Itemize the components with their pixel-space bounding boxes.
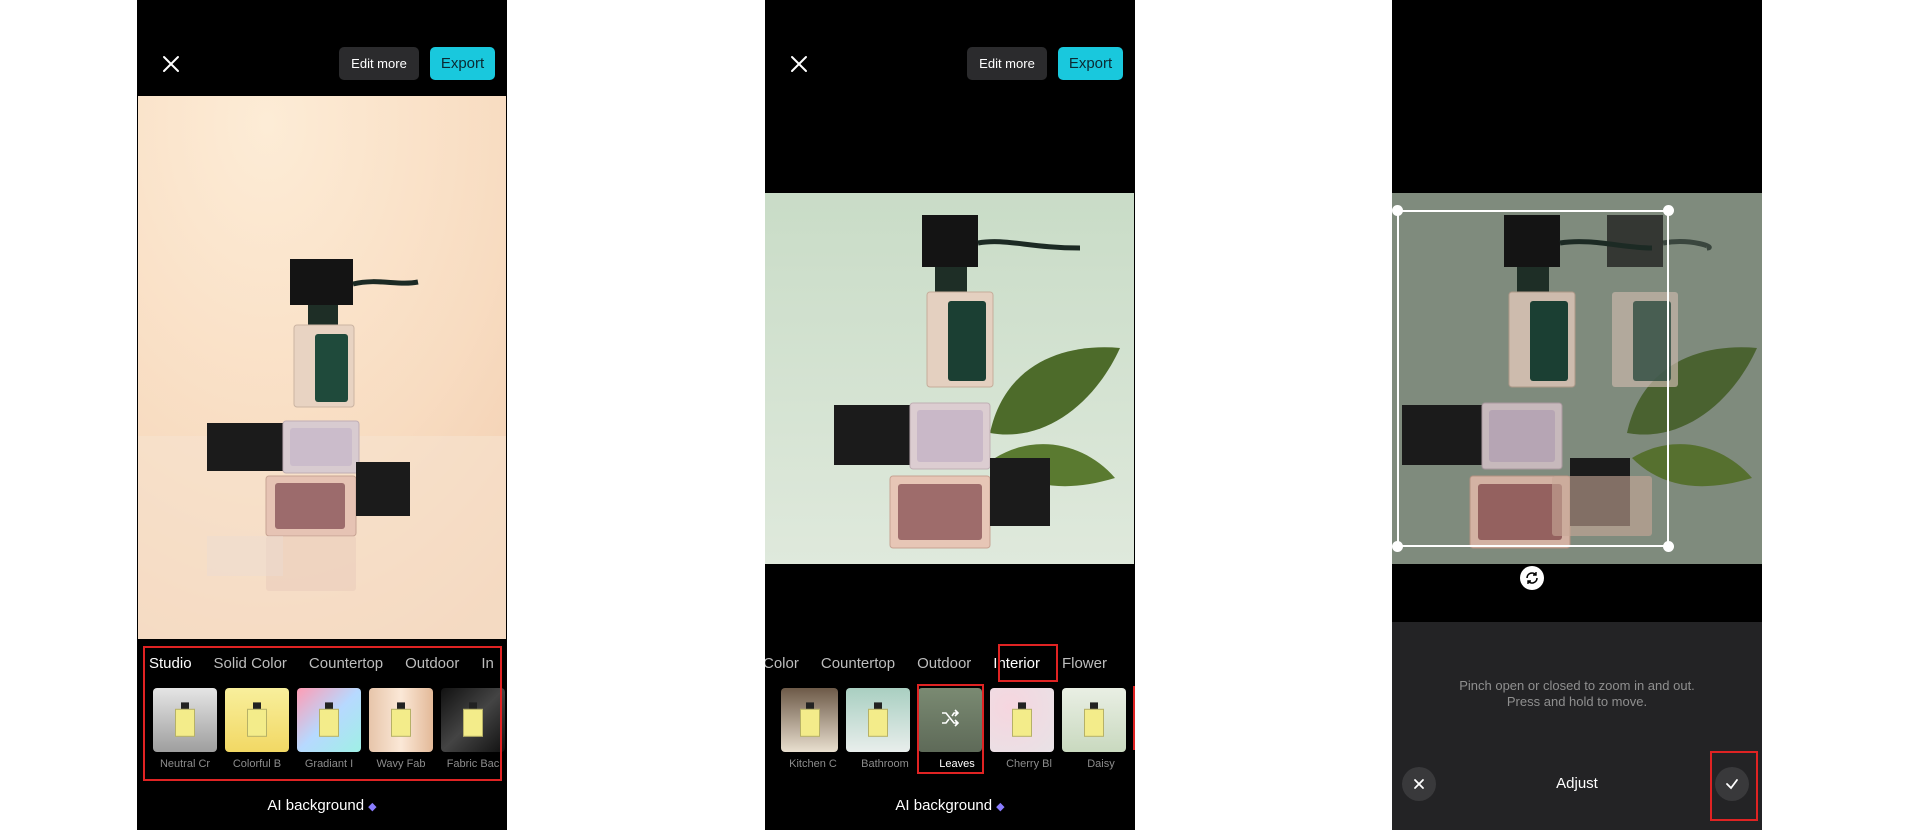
edit-more-button[interactable]: Edit more [339, 47, 419, 80]
highlight-box [998, 644, 1058, 682]
highlight-box [1710, 751, 1758, 821]
thumbnail-bathroom[interactable] [846, 688, 910, 752]
resize-handle-top-right[interactable] [1663, 205, 1674, 216]
resize-handle-bottom-right[interactable] [1663, 541, 1674, 552]
thumbnail-label: Leaves [939, 758, 975, 770]
ai-background-label: AI background ◆ [267, 797, 377, 814]
adjust-title: Adjust [1556, 775, 1598, 792]
tab-outdoor[interactable]: Outdoor [917, 655, 971, 672]
thumbnail-label: Kitchen C [789, 758, 837, 770]
highlight-box-edge [1133, 686, 1135, 750]
product-photo[interactable] [138, 96, 506, 639]
premium-gem-icon: ◆ [368, 801, 377, 813]
tab-countertop[interactable]: Countertop [821, 655, 895, 672]
category-tabs: Color Countertop Outdoor Interior Flower [765, 655, 1129, 672]
export-button[interactable]: Export [1058, 47, 1123, 80]
resize-handle-bottom-left[interactable] [1392, 541, 1403, 552]
close-icon[interactable] [787, 52, 811, 76]
thumbnail-label: Cherry Bl [1006, 758, 1052, 770]
close-icon[interactable] [159, 52, 183, 76]
screen-adjust: Pinch open or closed to zoom in and out.… [1392, 0, 1762, 830]
rotate-button[interactable] [1520, 566, 1544, 590]
screen-ai-background-interior: Edit more Export Color Countertop Outdoo… [765, 0, 1135, 830]
screen-ai-background-studio: Edit more Export Studio Solid Color Coun… [137, 0, 507, 830]
export-button[interactable]: Export [430, 47, 495, 80]
highlight-box [143, 646, 502, 781]
rotate-icon [1526, 572, 1538, 584]
product-photo[interactable] [765, 193, 1134, 564]
thumbnail-label: Bathroom [861, 758, 909, 770]
tab-solid-color[interactable]: Color [765, 655, 799, 672]
premium-gem-icon: ◆ [996, 801, 1005, 813]
resize-handle-top-left[interactable] [1392, 205, 1403, 216]
ai-background-label: AI background ◆ [895, 797, 1005, 814]
crop-frame[interactable] [1397, 210, 1669, 547]
thumbnail-labels: Kitchen C Bathroom Leaves Cherry Bl Dais… [777, 758, 1135, 770]
edit-more-button[interactable]: Edit more [967, 47, 1047, 80]
thumbnail-daisy[interactable] [1062, 688, 1126, 752]
thumbnail-label: Daisy [1087, 758, 1115, 770]
adjust-panel: Pinch open or closed to zoom in and out.… [1392, 622, 1762, 830]
thumbnail-kitchen[interactable] [781, 688, 838, 752]
hint-text: Pinch open or closed to zoom in and out.… [1459, 678, 1695, 709]
tab-flower[interactable]: Flower [1062, 655, 1107, 672]
thumbnail-cherry-blossom[interactable] [990, 688, 1054, 752]
